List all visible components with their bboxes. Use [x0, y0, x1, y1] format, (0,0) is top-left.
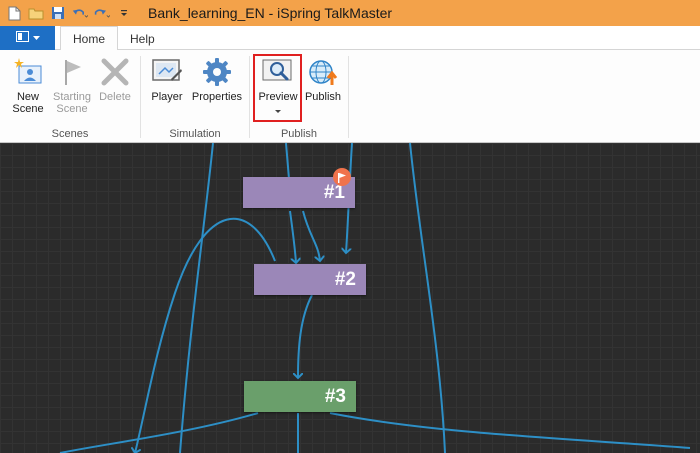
title-bar: Bank_learning_EN - iSpring TalkMaster	[0, 0, 700, 26]
menu-icon	[15, 31, 29, 45]
new-scene-icon	[12, 56, 44, 88]
scene-canvas[interactable]: #1 #2 #3	[0, 143, 700, 453]
new-scene-label-line2: Scene	[12, 103, 44, 115]
scene-node-label: #2	[334, 268, 356, 290]
properties-button[interactable]: Properties	[189, 56, 245, 103]
redo-icon[interactable]	[94, 5, 110, 21]
gear-icon	[201, 56, 233, 88]
customize-dropdown-icon[interactable]	[116, 5, 132, 21]
delete-button[interactable]: Delete	[96, 56, 134, 103]
group-scenes: New Scene Starting Scene Delete Scenes	[0, 50, 140, 143]
flag-icon	[56, 56, 88, 88]
undo-icon[interactable]	[72, 5, 88, 21]
delete-label: Delete	[99, 91, 131, 103]
new-scene-label-line1: New	[16, 91, 39, 103]
group-divider	[348, 56, 349, 138]
publish-button[interactable]: Publish	[302, 56, 344, 103]
player-icon	[151, 56, 183, 88]
tab-help[interactable]: Help	[118, 26, 167, 51]
starting-scene-flag-icon	[333, 168, 351, 186]
quick-access-toolbar	[0, 0, 132, 26]
player-button[interactable]: Player	[147, 56, 187, 103]
properties-label: Properties	[191, 91, 243, 103]
publish-caption: Publish	[280, 128, 318, 140]
player-label: Player	[151, 91, 183, 103]
delete-icon	[99, 56, 131, 88]
ribbon: New Scene Starting Scene Delete Scenes P…	[0, 50, 700, 143]
new-scene-button[interactable]: New Scene	[8, 56, 48, 115]
starting-scene-label-line1: Starting	[53, 91, 91, 103]
window-title: Bank_learning_EN - iSpring TalkMaster	[148, 5, 393, 21]
preview-highlight-box	[253, 54, 302, 122]
save-icon[interactable]	[50, 5, 66, 21]
simulation-caption: Simulation	[169, 128, 221, 140]
ribbon-tab-row: Home Help	[0, 26, 700, 51]
tab-home[interactable]: Home	[60, 26, 119, 51]
publish-label: Publish	[304, 91, 342, 103]
starting-scene-button[interactable]: Starting Scene	[50, 56, 94, 115]
scene-node-label: #3	[324, 385, 346, 407]
globe-upload-icon	[307, 56, 339, 88]
file-menu-button[interactable]	[0, 26, 55, 50]
group-simulation: Player Properties Simulation	[141, 50, 249, 143]
scene-node-2[interactable]: #2	[254, 264, 366, 295]
starting-scene-label-line2: Scene	[56, 103, 88, 115]
scenes-caption: Scenes	[51, 128, 89, 140]
open-folder-icon[interactable]	[28, 5, 44, 21]
new-file-icon[interactable]	[6, 5, 22, 21]
scene-node-3[interactable]: #3	[244, 381, 356, 412]
chevron-down-icon	[32, 33, 40, 44]
